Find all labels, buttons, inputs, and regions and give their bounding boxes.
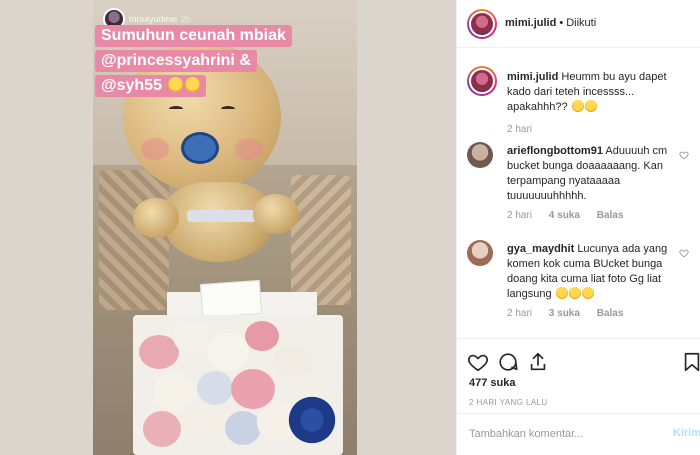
thinking-emoji-icon <box>584 100 597 112</box>
likes-count[interactable]: 477 suka <box>469 377 515 389</box>
story-username: mrsayudewi <box>129 14 178 24</box>
comment-input[interactable] <box>469 428 649 440</box>
post-comment-button[interactable]: Kirim <box>673 427 700 439</box>
laughing-emoji-icon <box>555 287 568 299</box>
share-icon[interactable] <box>527 351 549 373</box>
comment-username[interactable]: arieflongbottom91 <box>507 145 603 157</box>
story-time: 2h <box>181 14 192 24</box>
post-panel: mimi.julid • Diikuti mimi.julid Heumm bu a… <box>456 0 700 455</box>
reply-button[interactable]: Balas <box>597 308 624 319</box>
story-sticker-line-2: @princessyahrini & <box>95 50 257 72</box>
add-comment-box: Kirim <box>457 413 700 455</box>
comment-time: 2 hari <box>507 308 533 319</box>
caption-username[interactable]: mimi.julid <box>507 71 558 83</box>
heart-icon[interactable] <box>467 351 489 373</box>
comment-avatar[interactable] <box>467 240 493 266</box>
comment-username[interactable]: gya_maydhit <box>507 243 574 255</box>
header-separator: • <box>559 17 564 29</box>
laughing-emoji-icon <box>568 287 581 299</box>
comment-like-heart-icon[interactable] <box>679 150 689 160</box>
gift-card <box>199 279 263 319</box>
post-header: mimi.julid • Diikuti <box>457 0 700 48</box>
story-sticker-line-3: @syh55 <box>95 75 207 97</box>
caption-avatar[interactable] <box>467 66 497 96</box>
reply-button[interactable]: Balas <box>597 210 624 221</box>
ribbon-bow <box>283 395 341 445</box>
kiss-emoji-icon <box>185 77 201 92</box>
comment-likes[interactable]: 4 suka <box>549 210 580 221</box>
bookmark-icon[interactable] <box>681 351 700 373</box>
laughing-emoji-icon <box>581 287 594 299</box>
header-username[interactable]: mimi.julid <box>505 17 556 29</box>
comment-time: 2 hari <box>507 210 533 221</box>
photo-cushion-right <box>291 175 351 305</box>
baby-balloon-belt <box>187 210 257 222</box>
post-date: 2 HARI YANG LALU <box>469 398 548 407</box>
sweat-emoji-icon <box>571 100 584 112</box>
baby-balloon-hand-left <box>133 198 179 238</box>
kiss-emoji-icon <box>168 77 184 92</box>
comments-list[interactable]: mimi.julid Heumm bu ayu dapet kado dari … <box>457 48 700 338</box>
post-media[interactable]: mrsayudewi 2h Sumuhun ceunah mbiak @prin… <box>0 0 456 455</box>
comment-likes[interactable]: 3 suka <box>549 308 580 319</box>
comment-like-heart-icon[interactable] <box>679 248 689 258</box>
comment-avatar[interactable] <box>467 142 493 168</box>
photo-cushion-left <box>99 170 169 310</box>
caption-time: 2 hari <box>507 124 533 135</box>
comment-icon[interactable] <box>497 351 519 373</box>
story-sticker-line-1: Sumuhun ceunah mbiak <box>95 25 292 47</box>
baby-balloon-hand-right <box>253 194 299 234</box>
story-image: mrsayudewi 2h Sumuhun ceunah mbiak @prin… <box>93 0 357 455</box>
follow-status[interactable]: Diikuti <box>566 17 596 29</box>
header-avatar[interactable] <box>467 9 497 39</box>
baby-balloon-pacifier <box>181 132 219 164</box>
